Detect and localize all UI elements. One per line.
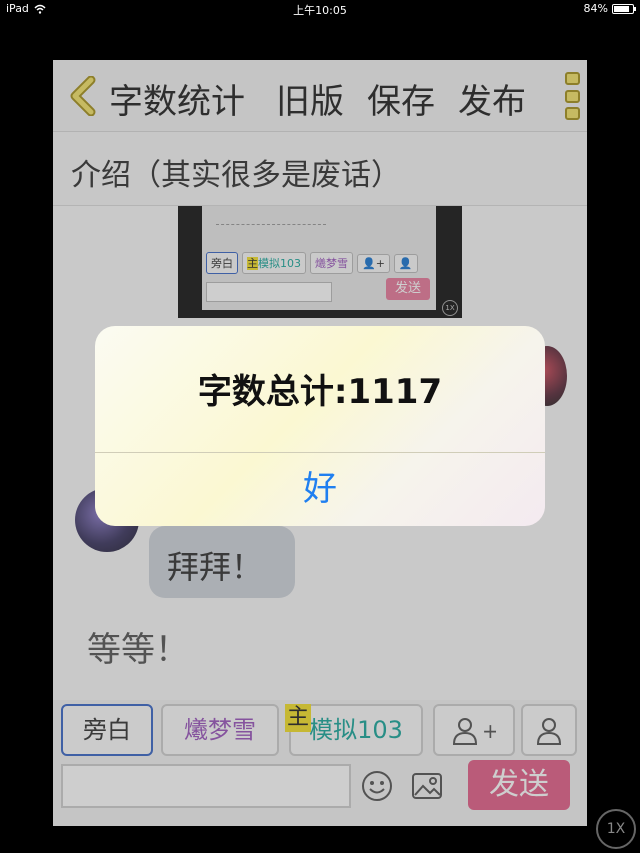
- alert-title: 字数总计:1117: [197, 372, 443, 412]
- alert-dialog: 字数总计:1117 好: [95, 326, 545, 526]
- status-bar: iPad 上午10:05 84%: [0, 0, 640, 18]
- zoom-button[interactable]: 1X: [596, 809, 636, 849]
- battery-icon: [612, 3, 636, 14]
- battery-percent: 84%: [583, 2, 608, 15]
- ok-button[interactable]: 好: [95, 453, 545, 526]
- status-time: 上午10:05: [293, 4, 347, 17]
